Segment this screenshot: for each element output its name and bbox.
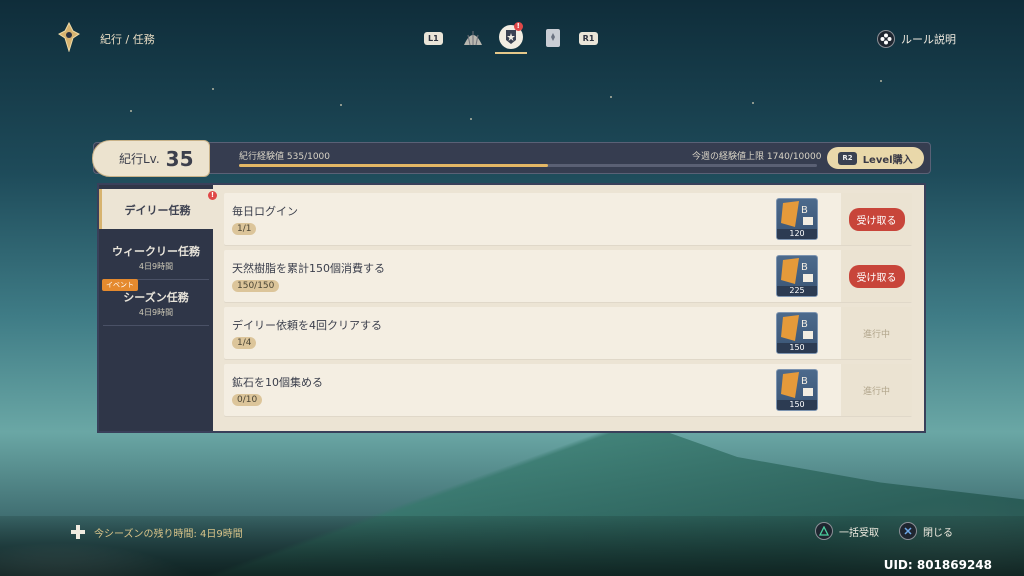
mission-title: デイリー依頼を4回クリアする [232, 319, 382, 332]
star [212, 88, 214, 90]
exp-progress-track [239, 164, 817, 167]
weekly-cap-label: 今週の経験値上限 [692, 152, 765, 162]
exp-value: 535/1000 [286, 152, 331, 162]
uid-label: UID: 801869248 [883, 558, 992, 572]
sidebar-item-daily-label: デイリー任務 [124, 204, 191, 217]
exp-reward-icon: B [781, 258, 813, 284]
footer-actions: 一括受取 閉じる [815, 522, 953, 540]
sidebar-item-season-label: シーズン任務 [123, 291, 189, 304]
daily-alert-badge: ! [208, 191, 217, 200]
event-tag: イベント [102, 279, 138, 291]
exp-reward-icon: B [781, 201, 813, 227]
mission-row: 鉱石を10個集める 0/10 B 150 進行中 [224, 364, 912, 416]
battle-pass-crest-icon [58, 22, 80, 52]
tab-missions[interactable]: ! [494, 22, 527, 54]
level-purchase-button[interactable]: R2 Level購入 [827, 147, 924, 169]
svg-text:B: B [801, 319, 808, 330]
dpad-icon [71, 525, 85, 539]
sidebar-divider [103, 325, 209, 326]
in-progress-status: 進行中 [862, 386, 890, 397]
tab-shop[interactable] [537, 22, 569, 54]
level-value: 35 [165, 146, 194, 171]
triangle-button-icon [815, 522, 833, 540]
star [340, 104, 342, 106]
reward-count: 120 [777, 229, 817, 239]
top-header: 紀行 / 任務 L1 ! R1 ルール説明 [0, 0, 1024, 62]
sidebar-item-weekly-time: 4日9時間 [138, 262, 174, 271]
reward-count: 225 [777, 286, 817, 296]
star [752, 102, 754, 104]
tab-rewards[interactable] [457, 22, 489, 54]
l1-key-hint[interactable]: L1 [424, 31, 443, 45]
svg-text:B: B [801, 376, 808, 387]
reward-item[interactable]: B 150 [776, 312, 818, 354]
star [880, 80, 882, 82]
reward-item[interactable]: B 150 [776, 369, 818, 411]
level-plate: 紀行Lv. 35 [92, 140, 210, 177]
reward-count: 150 [777, 400, 817, 410]
in-progress-status: 進行中 [862, 329, 890, 340]
tab-bar: L1 ! R1 [424, 22, 599, 54]
svg-text:B: B [801, 262, 808, 273]
rules-label: ルール説明 [901, 33, 956, 46]
reward-count: 150 [777, 343, 817, 353]
mission-row: 天然樹脂を累計150個消費する 150/150 B 225 受け取る [224, 250, 912, 302]
mission-progress: 0/10 [232, 394, 263, 406]
level-bar: 紀行Lv. 35 紀行経験値 535/1000 今週の経験値上限 1740/10… [92, 140, 931, 177]
breadcrumb: 紀行 / 任務 [100, 33, 155, 46]
mission-panel: デイリー任務 ! ウィークリー任務 4日9時間 シーズン任務 4日9時間 イベン… [97, 183, 926, 433]
exp-reward-icon: B [781, 372, 813, 398]
claim-button[interactable]: 受け取る [848, 264, 905, 288]
mission-action-cell: 進行中 [841, 307, 912, 359]
close-button[interactable]: 閉じる [899, 522, 953, 540]
mission-action-cell: 進行中 [841, 364, 912, 416]
mission-progress: 1/1 [232, 223, 257, 235]
exp-label: 紀行経験値 [239, 152, 285, 162]
exp-progress-fill [239, 164, 549, 167]
cross-button-icon [899, 522, 917, 540]
claim-all-button[interactable]: 一括受取 [815, 522, 879, 540]
sidebar-item-daily[interactable]: デイリー任務 ! [99, 189, 217, 229]
season-timer: 今シーズンの残り時間: 4日9時間 [70, 524, 243, 540]
mission-progress: 150/150 [232, 280, 280, 292]
reward-item[interactable]: B 225 [776, 255, 818, 297]
claim-all-label: 一括受取 [839, 527, 879, 539]
sidebar-item-season-time: 4日9時間 [138, 308, 174, 317]
level-purchase-label: Level購入 [862, 154, 913, 166]
close-label: 閉じる [923, 527, 953, 539]
star [470, 118, 472, 120]
mission-title: 天然樹脂を累計150個消費する [232, 262, 385, 275]
mission-sidebar: デイリー任務 ! ウィークリー任務 4日9時間 シーズン任務 4日9時間 イベン… [99, 185, 217, 431]
reward-item[interactable]: B 120 [776, 198, 818, 240]
tab-alert-badge: ! [513, 22, 523, 31]
mission-title: 毎日ログイン [232, 205, 298, 218]
r1-key-hint[interactable]: R1 [578, 31, 599, 45]
mission-progress: 1/4 [232, 337, 257, 349]
star [610, 96, 612, 98]
rules-button[interactable]: ルール説明 [877, 30, 956, 48]
mission-title: 鉱石を10個集める [232, 376, 323, 389]
weekly-cap-readout: 今週の経験値上限 1740/10000 [692, 149, 821, 162]
card-icon [545, 29, 560, 47]
season-remaining-text: 今シーズンの残り時間: 4日9時間 [94, 528, 243, 540]
star [130, 110, 132, 112]
weekly-cap-value: 1740/10000 [766, 152, 822, 162]
exp-reward-icon: B [781, 315, 813, 341]
mission-action-cell: 受け取る [841, 250, 912, 302]
exp-readout: 紀行経験値 535/1000 [239, 149, 330, 162]
svg-text:B: B [801, 205, 808, 216]
controller-pad-icon [877, 30, 895, 48]
r2-key-hint: R2 [838, 151, 857, 165]
mission-action-cell: 受け取る [841, 193, 912, 245]
mission-row: 毎日ログイン 1/1 B 120 受け取る [224, 193, 912, 245]
mission-row: デイリー依頼を4回クリアする 1/4 B 150 進行中 [224, 307, 912, 359]
claim-button[interactable]: 受け取る [848, 207, 905, 231]
shell-icon [463, 31, 482, 46]
sidebar-item-weekly[interactable]: ウィークリー任務 4日9時間 [99, 235, 213, 279]
level-label: 紀行Lv. [119, 152, 160, 166]
sidebar-item-weekly-label: ウィークリー任務 [112, 245, 200, 258]
